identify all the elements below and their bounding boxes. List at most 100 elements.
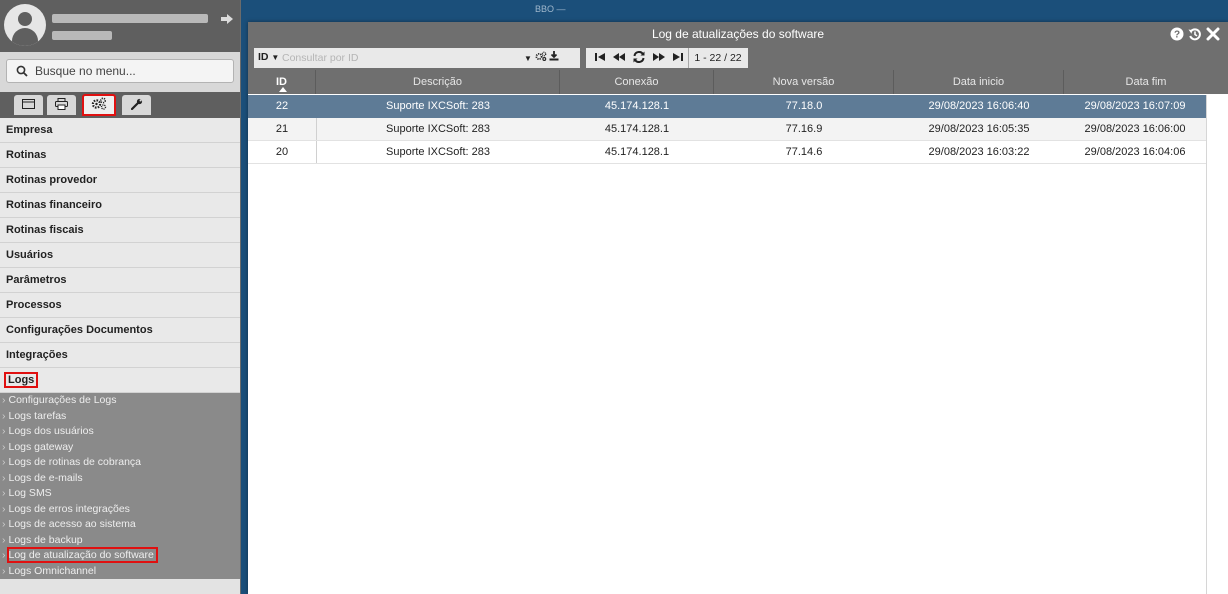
sidebar: Empresa Rotinas Rotinas provedor Rotinas… bbox=[0, 0, 241, 594]
user-box bbox=[0, 0, 240, 52]
column-header-descricao[interactable]: Descrição bbox=[316, 70, 560, 94]
table-row[interactable]: 20 Suporte IXCSoft: 283 45.174.128.1 77.… bbox=[248, 141, 1206, 164]
cell-id: 21 bbox=[248, 118, 317, 140]
table-header: ID Descrição Conexão Nova versão Data in… bbox=[248, 70, 1228, 94]
window-title: Log de atualizações do software bbox=[651, 27, 825, 41]
menu-item-label: Rotinas financeiro bbox=[6, 199, 102, 211]
menu-search[interactable] bbox=[6, 59, 234, 83]
menu-item-label: Parâmetros bbox=[6, 274, 67, 286]
pager-count: 1 - 22 / 22 bbox=[688, 48, 747, 68]
search-input[interactable] bbox=[35, 61, 225, 81]
cell-nova-versao: 77.16.9 bbox=[785, 123, 823, 135]
caret-down-icon[interactable]: ▼ bbox=[524, 54, 532, 63]
submenu-item-label: Logs de acesso ao sistema bbox=[8, 518, 136, 530]
caret-down-icon: ▼ bbox=[271, 53, 280, 62]
log-window: Log de atualizações do software ? ID ▼ ▼ bbox=[248, 22, 1228, 594]
next-page-icon[interactable] bbox=[652, 51, 666, 65]
submenu-item[interactable]: › Logs de acesso ao sistema bbox=[0, 517, 240, 533]
menu-item-rotinas-provedor[interactable]: Rotinas provedor bbox=[0, 168, 240, 193]
column-header-conexao[interactable]: Conexão bbox=[560, 70, 714, 94]
cell-conexao: 45.174.128.1 bbox=[604, 123, 670, 135]
menu-item-parametros[interactable]: Parâmetros bbox=[0, 268, 240, 293]
column-header-data-inicio[interactable]: Data inicio bbox=[894, 70, 1064, 94]
download-icon[interactable] bbox=[549, 51, 559, 64]
submenu-item[interactable]: › Logs Omnichannel bbox=[0, 564, 240, 580]
previous-page-icon[interactable] bbox=[612, 51, 626, 65]
submenu-item-label: Logs gateway bbox=[8, 440, 74, 453]
submenu-item[interactable]: › Logs de rotinas de cobrança bbox=[0, 455, 240, 471]
search-icon bbox=[16, 65, 28, 77]
id-filter[interactable]: ID ▼ ▼ bbox=[254, 48, 580, 68]
window-titlebar[interactable]: Log de atualizações do software ? bbox=[248, 22, 1228, 46]
submenu-item[interactable]: › Configurações de Logs bbox=[0, 393, 240, 409]
menu-item-label: Rotinas fiscais bbox=[6, 224, 84, 236]
cell-descricao: Suporte IXCSoft: 283 bbox=[386, 146, 490, 158]
sidebar-footer bbox=[0, 579, 240, 594]
column-header-data-fim[interactable]: Data fim bbox=[1064, 70, 1228, 94]
background-app-header: BBO — bbox=[241, 0, 1228, 18]
submenu-item[interactable]: › Logs de e-mails bbox=[0, 471, 240, 487]
menu-item-rotinas-fiscais[interactable]: Rotinas fiscais bbox=[0, 218, 240, 243]
avatar[interactable] bbox=[4, 4, 46, 46]
cell-data-fim: 29/08/2023 16:06:00 bbox=[1084, 123, 1186, 135]
gears-icon[interactable] bbox=[535, 51, 547, 64]
tab-list[interactable] bbox=[14, 95, 43, 115]
submenu-item[interactable]: › Logs de erros integrações bbox=[0, 502, 240, 518]
menu-item-rotinas-financeiro[interactable]: Rotinas financeiro bbox=[0, 193, 240, 218]
submenu-item-log-atualizacao[interactable]: › Log de atualização do software bbox=[0, 547, 240, 564]
submenu-item-label: Logs dos usuários bbox=[8, 425, 94, 437]
last-page-icon[interactable] bbox=[672, 51, 686, 65]
submenu-item-label: Logs tarefas bbox=[8, 409, 67, 422]
submenu-item-label: Logs de rotinas de cobrança bbox=[8, 456, 142, 468]
menu-item-label: Rotinas bbox=[6, 149, 47, 161]
history-icon[interactable] bbox=[1188, 27, 1202, 41]
sidebar-tab-bar bbox=[0, 92, 240, 118]
cell-conexao: 45.174.128.1 bbox=[604, 100, 670, 112]
menu-item-logs[interactable]: Logs bbox=[0, 368, 240, 393]
tab-print[interactable] bbox=[47, 95, 76, 115]
cell-data-inicio: 29/08/2023 16:05:35 bbox=[928, 123, 1030, 135]
menu-item-empresa[interactable]: Empresa bbox=[0, 118, 240, 143]
submenu-item[interactable]: › Logs de backup bbox=[0, 533, 240, 549]
first-page-icon[interactable] bbox=[594, 51, 608, 65]
logout-icon[interactable] bbox=[220, 13, 234, 25]
refresh-icon[interactable] bbox=[632, 50, 646, 65]
submenu-item-label: Log de atualização do software bbox=[6, 547, 158, 563]
menu-item-usuarios[interactable]: Usuários bbox=[0, 243, 240, 268]
table-row[interactable]: 22 Suporte IXCSoft: 283 45.174.128.1 77.… bbox=[248, 95, 1206, 118]
cell-id: 20 bbox=[248, 141, 317, 163]
submenu-item[interactable]: › Logs tarefas bbox=[0, 409, 240, 425]
submenu-item[interactable]: › Logs dos usuários bbox=[0, 424, 240, 440]
cell-data-fim: 29/08/2023 16:04:06 bbox=[1084, 146, 1186, 158]
submenu-item[interactable]: › Logs gateway bbox=[0, 440, 240, 456]
submenu-item-label: Logs Omnichannel bbox=[8, 564, 97, 577]
id-search-input[interactable] bbox=[282, 50, 512, 66]
column-header-id[interactable]: ID bbox=[248, 70, 316, 94]
help-icon[interactable]: ? bbox=[1170, 27, 1184, 41]
print-icon bbox=[55, 97, 68, 113]
menu-item-label: Configurações Documentos bbox=[6, 324, 153, 336]
submenu-item-label: Logs de e-mails bbox=[8, 471, 83, 484]
filter-field-select[interactable]: ID ▼ bbox=[258, 51, 279, 63]
menu-item-processos[interactable]: Processos bbox=[0, 293, 240, 318]
tab-settings[interactable] bbox=[82, 94, 116, 116]
cell-data-inicio: 29/08/2023 16:06:40 bbox=[928, 100, 1030, 112]
tab-tools[interactable] bbox=[122, 95, 151, 115]
cell-nova-versao: 77.18.0 bbox=[785, 100, 823, 112]
table-row[interactable]: 21 Suporte IXCSoft: 283 45.174.128.1 77.… bbox=[248, 118, 1206, 141]
submenu-item-label: Configurações de Logs bbox=[8, 394, 117, 406]
submenu-item[interactable]: › Log SMS bbox=[0, 486, 240, 502]
submenu-item-label: Logs de erros integrações bbox=[8, 502, 130, 515]
menu-item-integracoes[interactable]: Integrações bbox=[0, 343, 240, 368]
filter-actions: ▼ bbox=[524, 51, 559, 64]
sort-indicator-icon bbox=[279, 87, 287, 92]
column-header-nova-versao[interactable]: Nova versão bbox=[714, 70, 894, 94]
cell-conexao: 45.174.128.1 bbox=[604, 146, 670, 158]
cell-id: 22 bbox=[248, 95, 317, 117]
grid-toolbar: ID ▼ ▼ 1 - 22 / 22 bbox=[248, 46, 1228, 70]
wrench-icon bbox=[130, 98, 143, 113]
menu-item-configuracoes-documentos[interactable]: Configurações Documentos bbox=[0, 318, 240, 343]
gears-icon bbox=[91, 97, 107, 113]
close-icon[interactable] bbox=[1206, 27, 1220, 41]
menu-item-rotinas[interactable]: Rotinas bbox=[0, 143, 240, 168]
